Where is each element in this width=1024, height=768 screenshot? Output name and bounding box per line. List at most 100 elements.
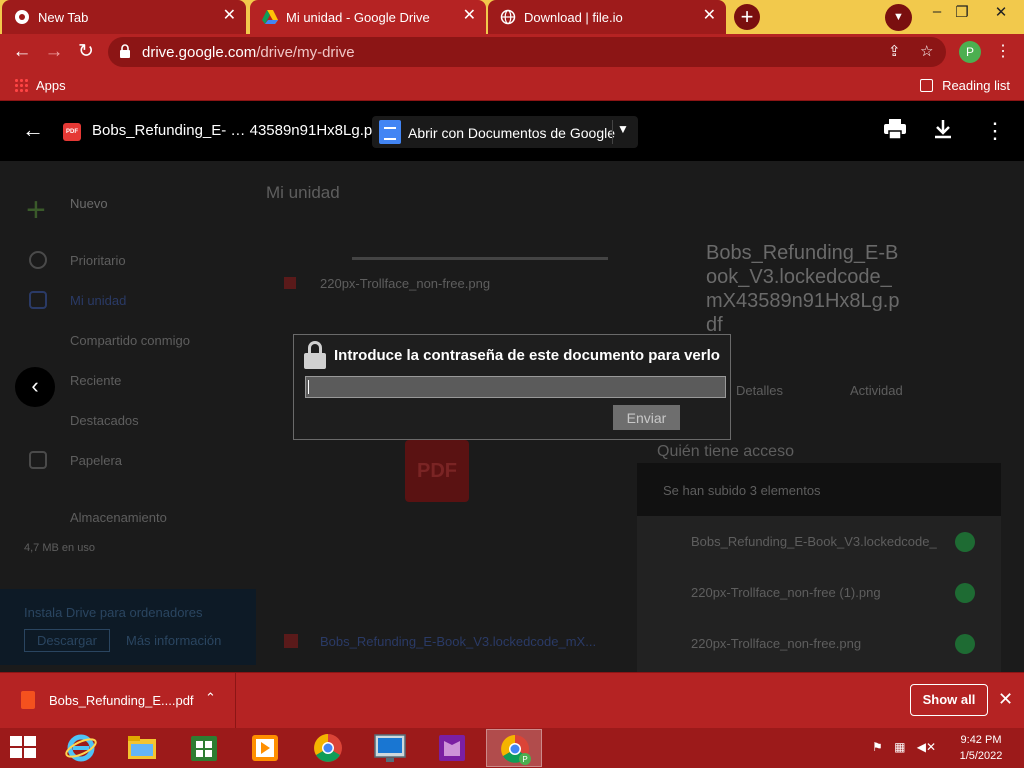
open-with-label: Abrir con Documentos de Google xyxy=(408,125,615,141)
restore-button[interactable]: ❐ xyxy=(951,3,973,21)
file-row: 220px-Trollface_non-free.png xyxy=(320,276,491,291)
globe-icon xyxy=(500,9,516,25)
address-bar[interactable]: drive.google.com/drive/my-drive ⇪ ☆ xyxy=(108,37,946,67)
install-title: Instala Drive para ordenadores xyxy=(24,605,203,620)
google-docs-icon xyxy=(379,120,401,144)
close-window-button[interactable]: ✕ xyxy=(990,3,1012,21)
thumbnail-graphic xyxy=(352,214,608,260)
svg-text:P: P xyxy=(522,755,527,764)
tab-title: New Tab xyxy=(38,10,89,25)
nav-trash: Papelera xyxy=(70,453,123,468)
clock[interactable]: 9:42 PM 1/5/2022 xyxy=(952,732,1010,764)
open-with-docs-button[interactable]: Abrir con Documentos de Google ▼ xyxy=(372,116,638,148)
folder-title: Mi unidad xyxy=(266,183,340,202)
close-icon[interactable]: ✕ xyxy=(998,689,1013,710)
apps-grid-icon xyxy=(14,78,28,92)
minimize-button[interactable]: – xyxy=(926,3,948,20)
apps-label: Apps xyxy=(36,78,66,93)
remote-desktop-icon[interactable] xyxy=(362,729,418,767)
my-drive-icon xyxy=(29,291,47,309)
profile-avatar[interactable]: P xyxy=(959,41,981,63)
apps-bookmark[interactable]: Apps xyxy=(14,78,66,93)
storage-used: 4,7 MB en uso xyxy=(24,542,95,554)
clock-time: 9:42 PM xyxy=(960,734,1002,746)
chevron-up-icon[interactable]: ⌃ xyxy=(205,690,216,706)
pdf-viewer-bar: ← PDF Bobs_Refunding_E- … 43589n91Hx8Lg.… xyxy=(0,101,1024,161)
download-item[interactable]: Bobs_Refunding_E....pdf ⌃ xyxy=(0,673,236,729)
upload-item: Bobs_Refunding_E-Book_V3.lockedcode_ xyxy=(691,534,937,549)
windows-taskbar: P ⚑ ▦ ◀✕ 9:42 PM 1/5/2022 xyxy=(0,728,1024,768)
install-drive-banner: Instala Drive para ordenadores Descargar… xyxy=(0,589,256,665)
trash-icon xyxy=(29,451,47,469)
network-icon[interactable]: ▦ xyxy=(894,740,905,754)
tab-google-drive[interactable]: Mi unidad - Google Drive ✕ xyxy=(250,0,486,34)
details-title: Bobs_Refunding_E-Book_V3.lockedcode_mX43… xyxy=(706,242,900,336)
priority-icon xyxy=(29,251,47,269)
windows-store-icon[interactable] xyxy=(176,729,232,767)
url-host: drive.google.com xyxy=(142,44,257,61)
file-row: Bobs_Refunding_E-Book_V3.lockedcode_mX..… xyxy=(320,634,597,649)
back-arrow-icon[interactable]: ← xyxy=(22,117,44,143)
submit-button[interactable]: Enviar xyxy=(613,405,680,430)
reload-icon[interactable]: ↻ xyxy=(75,41,97,63)
download-icon[interactable] xyxy=(934,119,952,145)
clock-date: 1/5/2022 xyxy=(959,750,1003,762)
url-path: /drive/my-drive xyxy=(256,44,355,61)
viewer-file-title: Bobs_Refunding_E- … 43589n91Hx8Lg.pdf xyxy=(92,122,385,139)
upload-status: Se han subido 3 elementos xyxy=(663,483,821,498)
chrome-profile-icon[interactable]: P xyxy=(486,729,542,767)
media-player-icon[interactable] xyxy=(237,729,293,767)
onenote-icon[interactable] xyxy=(424,729,480,767)
speaker-muted-icon[interactable]: ◀✕ xyxy=(917,740,936,754)
install-more-link: Más información xyxy=(126,633,222,648)
star-icon[interactable]: ☆ xyxy=(920,42,933,60)
page-content: + Nuevo Mi unidad Prioritario Mi unidad … xyxy=(0,101,1024,672)
tab-search-button[interactable]: ▼ xyxy=(885,4,912,31)
reading-list-button[interactable]: Reading list xyxy=(920,78,1010,93)
close-tab-icon[interactable]: ✕ xyxy=(703,7,716,25)
who-has-access: Quién tiene acceso xyxy=(657,443,794,460)
url-text: drive.google.com/drive/my-drive xyxy=(142,44,355,61)
downloads-bar: Bobs_Refunding_E....pdf ⌃ Show all ✕ xyxy=(0,672,1024,729)
tab-title: Download | file.io xyxy=(524,10,623,25)
nav-recent: Reciente xyxy=(70,373,122,388)
action-center-flag-icon[interactable]: ⚑ xyxy=(872,740,883,754)
pdf-file-icon xyxy=(284,634,298,648)
back-arrow-icon[interactable]: ← xyxy=(11,41,33,63)
print-icon[interactable] xyxy=(884,119,906,145)
new-tab-button[interactable]: + xyxy=(734,4,760,30)
share-icon[interactable]: ⇪ xyxy=(888,42,901,60)
windows-start-icon[interactable] xyxy=(10,736,38,760)
pdf-file-icon: PDF xyxy=(63,123,81,141)
password-input[interactable] xyxy=(305,376,726,398)
close-tab-icon[interactable]: ✕ xyxy=(463,7,476,25)
internet-explorer-icon[interactable] xyxy=(53,729,109,767)
tab-new-tab[interactable]: New Tab ✕ xyxy=(2,0,246,34)
check-icon xyxy=(955,634,975,654)
nav-shared: Compartido conmigo xyxy=(70,333,190,348)
upload-panel: Se han subido 3 elementos Bobs_Refunding… xyxy=(637,463,1001,672)
more-vert-icon[interactable]: ⋮ xyxy=(995,41,1011,61)
nav-storage: Almacenamiento xyxy=(70,510,167,525)
chrome-icon xyxy=(15,10,29,24)
screen: New Tab ✕ Mi unidad - Google Drive ✕ Dow… xyxy=(0,0,1024,768)
chrome-icon[interactable] xyxy=(300,729,356,767)
nav-my-drive: Mi unidad xyxy=(70,293,127,308)
lock-icon xyxy=(119,44,131,62)
pdf-thumbnail: PDF xyxy=(405,440,469,502)
check-icon xyxy=(955,532,975,552)
dropdown-arrow-icon[interactable]: ▼ xyxy=(617,122,629,136)
pdf-file-icon xyxy=(21,691,35,709)
password-dialog: Introduce la contraseña de este document… xyxy=(293,334,731,440)
forward-arrow-icon[interactable]: → xyxy=(43,41,65,63)
chevron-left-icon: ‹ xyxy=(31,373,39,398)
tab-file-io[interactable]: Download | file.io ✕ xyxy=(488,0,726,34)
tab-title: Mi unidad - Google Drive xyxy=(286,10,430,25)
upload-item: 220px-Trollface_non-free (1).png xyxy=(691,585,881,600)
close-tab-icon[interactable]: ✕ xyxy=(223,7,236,25)
google-drive-icon xyxy=(262,10,278,24)
file-explorer-icon[interactable] xyxy=(114,729,170,767)
more-vert-icon[interactable]: ⋮ xyxy=(984,118,1006,144)
previous-file-button[interactable]: ‹ xyxy=(15,367,55,407)
show-all-button[interactable]: Show all xyxy=(910,684,988,716)
